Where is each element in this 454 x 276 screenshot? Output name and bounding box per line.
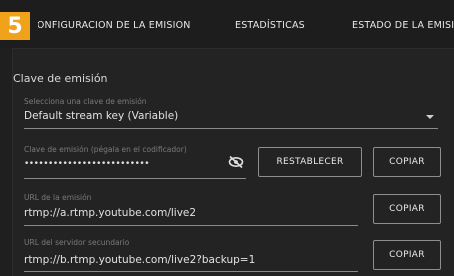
visibility-off-icon[interactable] [228, 155, 244, 169]
tab-bar: 5 CONFIGURACIÓN DE LA EMISIÓN ESTADÍSTIC… [0, 0, 454, 48]
backup-url-field[interactable]: rtmp://b.rtmp.youtube.com/live2?backup=1 [24, 254, 255, 266]
chevron-down-icon[interactable] [426, 115, 434, 119]
copy-backup-button[interactable]: COPIAR [373, 240, 441, 270]
section-title: Clave de emisión [13, 72, 108, 85]
stream-url-caption: URL de la emisión [24, 193, 92, 202]
copy-key-button[interactable]: COPIAR [373, 147, 441, 177]
stream-key-field[interactable]: •••••••••••••••••••••••••• [24, 159, 150, 169]
reset-button[interactable]: RESTABLECER [258, 147, 362, 177]
backup-url-caption: URL del servidor secundario [24, 238, 130, 247]
stream-key-field-underline [24, 178, 246, 179]
stream-key-select-caption: Selecciona una clave de emisión [24, 97, 147, 106]
tab-stream-settings[interactable]: CONFIGURACIÓN DE LA EMISIÓN [38, 20, 218, 31]
step-badge: 5 [0, 12, 30, 40]
stream-key-field-caption: Clave de emisión (pégala en el codificad… [24, 145, 187, 154]
tab-statistics[interactable]: ESTADÍSTICAS [235, 20, 305, 31]
tab-stream-status[interactable]: ESTADO DE LA EMISIÓN [352, 20, 454, 31]
stream-url-underline [24, 225, 358, 226]
stream-key-select-underline [24, 128, 438, 129]
stream-key-select[interactable]: Default stream key (Variable) [24, 110, 178, 122]
stream-url-field[interactable]: rtmp://a.rtmp.youtube.com/live2 [24, 207, 196, 219]
backup-url-underline [24, 271, 358, 272]
copy-url-button[interactable]: COPIAR [373, 194, 441, 224]
